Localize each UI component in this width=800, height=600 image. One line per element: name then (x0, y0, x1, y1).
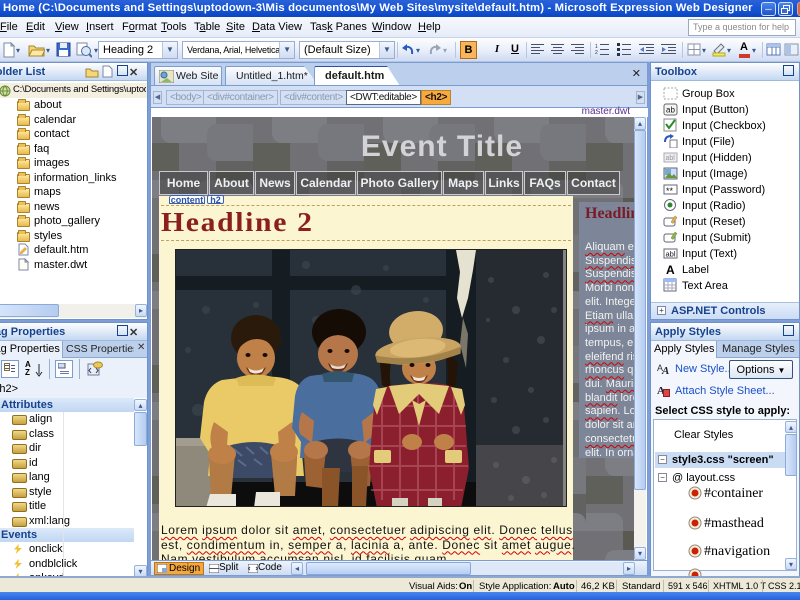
svg-text:abl: abl (666, 155, 676, 162)
svg-text:ab: ab (666, 106, 675, 115)
svg-text:A: A (666, 263, 675, 276)
svg-text:**: ** (666, 186, 674, 196)
svg-text:2: 2 (595, 50, 598, 56)
svg-text:abl: abl (666, 250, 676, 259)
